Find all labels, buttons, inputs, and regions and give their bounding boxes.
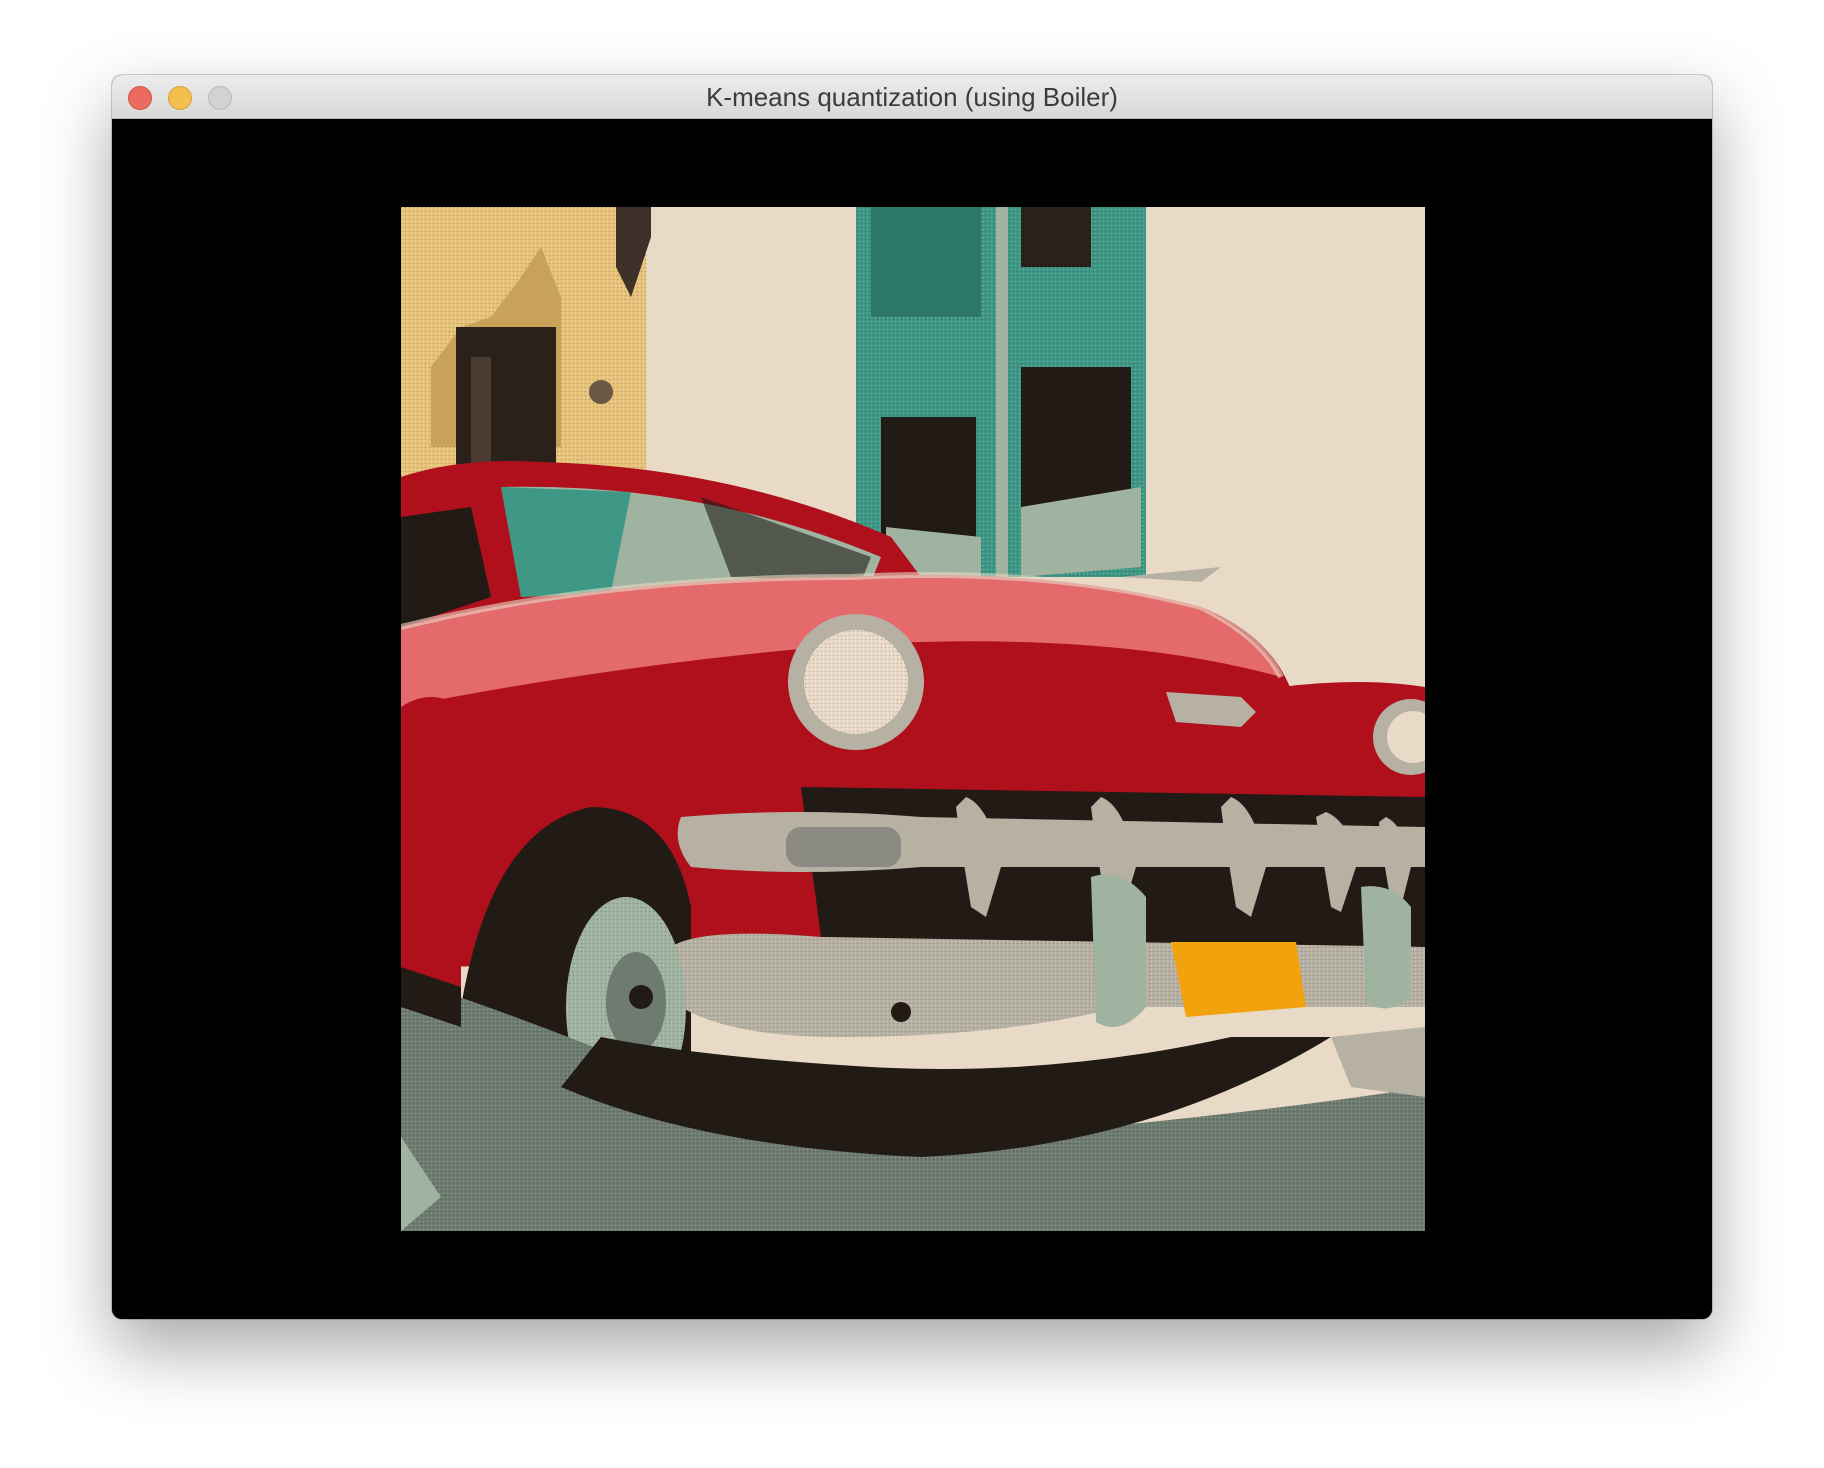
quantized-image <box>401 207 1425 1231</box>
render-canvas <box>112 119 1712 1319</box>
quantized-car-photo <box>401 207 1425 1231</box>
title-bar[interactable]: K-means quantization (using Boiler) <box>112 75 1712 119</box>
app-window: K-means quantization (using Boiler) <box>112 75 1712 1319</box>
window-title: K-means quantization (using Boiler) <box>706 82 1118 112</box>
